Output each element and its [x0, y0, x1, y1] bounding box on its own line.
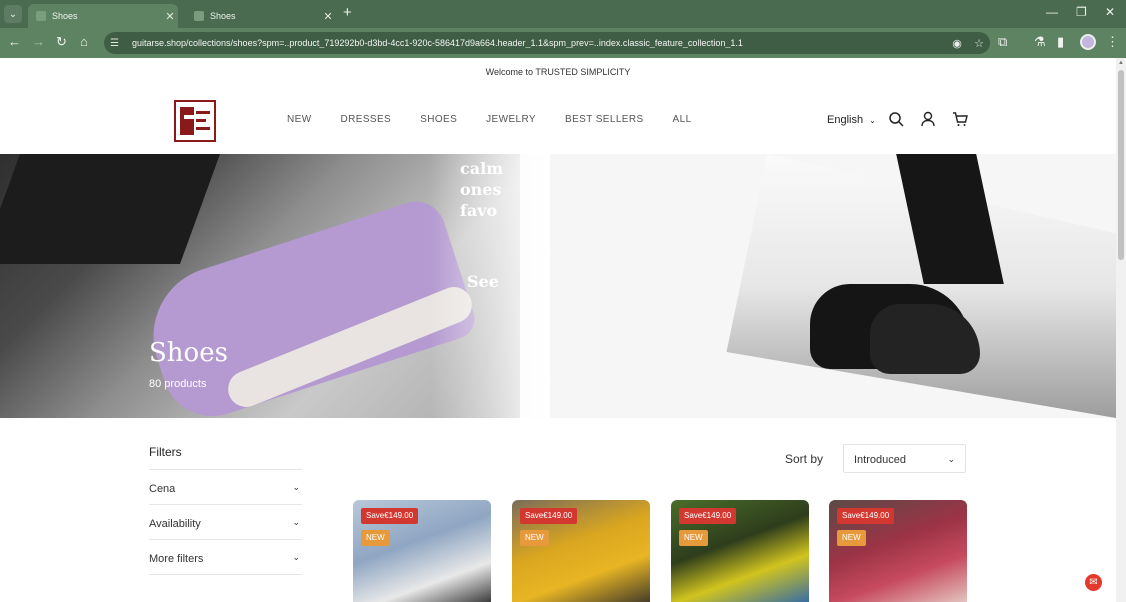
product-card[interactable]: Save€149.00 NEW [353, 500, 491, 602]
restore-icon[interactable]: ❐ [1076, 5, 1087, 19]
filter-availability[interactable]: Availability ⌄ [149, 504, 302, 539]
new-badge: NEW [361, 530, 390, 546]
nav-item-best-sellers[interactable]: BEST SELLERS [565, 114, 644, 125]
collection-title: Shoes [149, 338, 228, 368]
announcement-bar: Welcome to TRUSTED SIMPLICITY [485, 67, 631, 77]
filter-more[interactable]: More filters ⌄ [149, 539, 302, 574]
browser-tab-strip: ⌄ Shoes ✕ Shoes ✕ + — ❐ ✕ [0, 0, 1126, 28]
filter-label: Availability [149, 518, 201, 530]
search-icon[interactable] [888, 111, 904, 127]
filter-price[interactable]: Cena ⌄ [149, 469, 302, 504]
profile-avatar[interactable] [1080, 34, 1096, 50]
new-badge: NEW [679, 530, 708, 546]
sort-label: Sort by [785, 452, 824, 466]
minimize-icon[interactable]: — [1046, 5, 1058, 19]
filter-label: More filters [149, 553, 204, 565]
favicon-icon [36, 11, 46, 21]
close-window-icon[interactable]: ✕ [1105, 5, 1115, 19]
nav-item-dresses[interactable]: DRESSES [341, 114, 392, 125]
hero-overlay-text: calm ones favo [460, 159, 504, 220]
chevron-down-icon: ⌄ [292, 552, 300, 562]
store-logo[interactable] [174, 100, 216, 142]
cart-icon[interactable] [952, 111, 968, 127]
chat-widget-icon[interactable]: ✉ [1085, 574, 1102, 591]
nav-item-new[interactable]: NEW [287, 114, 312, 125]
divider [149, 574, 302, 575]
product-card[interactable]: Save€149.00 NEW [512, 500, 650, 602]
main-navigation: NEW DRESSES SHOES JEWELRY BEST SELLERS A… [287, 114, 721, 125]
chevron-down-icon: ⌄ [947, 454, 955, 464]
home-icon[interactable]: ⌂ [80, 34, 88, 50]
tab-title: Shoes [52, 11, 78, 21]
address-toolbar: ← → ↻ ⌂ ☰ guitarse.shop/collections/shoe… [0, 28, 1126, 58]
filter-label: Cena [149, 483, 176, 495]
eye-off-icon[interactable]: ◉ [946, 37, 968, 50]
new-badge: NEW [520, 530, 549, 546]
scrollbar-thumb[interactable] [1118, 70, 1124, 260]
product-count: 80 products [149, 378, 207, 390]
nav-item-jewelry[interactable]: JEWELRY [486, 114, 536, 125]
address-bar[interactable]: ☰ guitarse.shop/collections/shoes?spm=..… [104, 32, 990, 54]
save-badge: Save€149.00 [679, 508, 737, 524]
account-icon[interactable] [920, 111, 936, 127]
back-icon[interactable]: ← [8, 34, 21, 50]
reload-icon[interactable]: ↻ [56, 34, 67, 50]
chevron-down-icon: ⌄ [292, 517, 300, 527]
hero-overlay-text-2: See [467, 272, 499, 291]
save-badge: Save€149.00 [837, 508, 895, 524]
tab-search-icon[interactable]: ⌄ [4, 5, 22, 23]
new-tab-icon[interactable]: + [343, 5, 352, 21]
nav-item-shoes[interactable]: SHOES [420, 114, 457, 125]
tab-title: Shoes [210, 11, 236, 21]
product-card[interactable]: Save€149.00 NEW [829, 500, 967, 602]
extensions-icon[interactable]: ⧉ [998, 34, 1007, 50]
tab-shoes-active[interactable]: Shoes ✕ [28, 4, 178, 28]
new-badge: NEW [837, 530, 866, 546]
close-tab-icon[interactable]: ✕ [320, 10, 336, 23]
site-info-icon[interactable]: ☰ [110, 38, 122, 49]
sort-select[interactable]: Introduced ⌄ [843, 444, 966, 473]
web-page: Welcome to TRUSTED SIMPLICITY NEW DRESSE… [0, 58, 1116, 602]
chevron-down-icon: ⌄ [292, 482, 300, 492]
product-card[interactable]: Save€149.00 NEW [671, 500, 809, 602]
save-badge: Save€149.00 [361, 508, 419, 524]
language-label: English [827, 114, 864, 126]
save-badge: Save€149.00 [520, 508, 578, 524]
scroll-up-icon[interactable]: ▲ [1118, 60, 1124, 66]
url-text[interactable]: guitarse.shop/collections/shoes?spm=..pr… [132, 38, 946, 48]
close-tab-icon[interactable]: ✕ [162, 10, 178, 23]
favicon-icon [194, 11, 204, 21]
sort-value: Introduced [854, 454, 906, 466]
labs-icon[interactable]: ⚗ [1034, 34, 1046, 50]
page-scrollbar[interactable]: ▲ [1116, 58, 1126, 602]
chevron-down-icon: ⌄ [869, 116, 876, 125]
nav-item-all[interactable]: ALL [673, 114, 692, 125]
menu-icon[interactable]: ⋮ [1106, 34, 1119, 50]
bookmark-star-icon[interactable]: ☆ [968, 37, 990, 50]
language-selector[interactable]: English ⌄ [827, 114, 876, 126]
tab-shoes[interactable]: Shoes ✕ [186, 4, 336, 28]
filters-heading: Filters [149, 445, 182, 459]
forward-icon[interactable]: → [32, 34, 45, 50]
side-panel-icon[interactable]: ▮ [1057, 34, 1064, 50]
